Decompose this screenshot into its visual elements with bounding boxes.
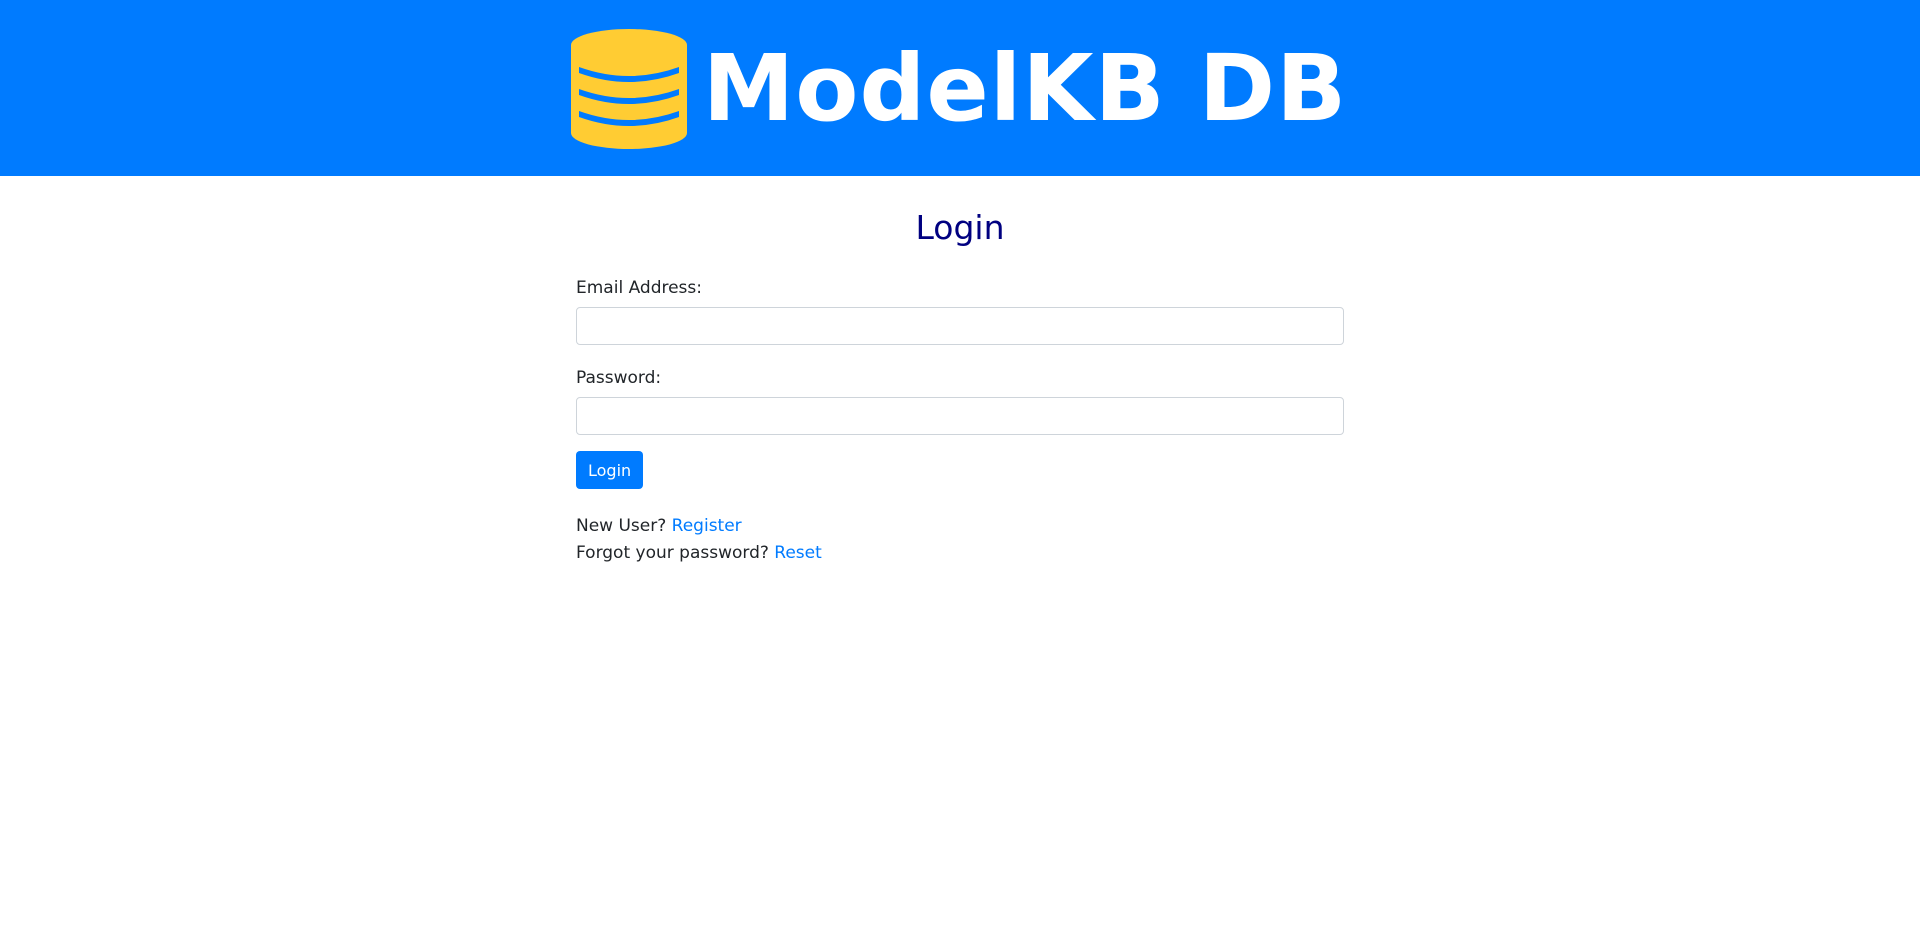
email-field[interactable] — [576, 306, 1344, 345]
new-user-row: New User? Register — [576, 513, 1344, 540]
login-container: Login Email Address: Password: Login New… — [576, 176, 1344, 567]
password-field[interactable] — [576, 397, 1344, 436]
brand-title: ModelKB DB — [702, 35, 1348, 142]
reset-link[interactable]: Reset — [774, 543, 822, 563]
forgot-password-text: Forgot your password? — [576, 543, 769, 564]
login-form: Email Address: Password: Login — [576, 278, 1344, 490]
email-label: Email Address: — [576, 277, 702, 298]
database-icon — [570, 29, 687, 149]
new-user-text: New User? — [576, 516, 667, 537]
login-button[interactable]: Login — [576, 451, 644, 490]
forgot-password-row: Forgot your password? Reset — [576, 540, 1344, 567]
account-links: New User? Register Forgot your password?… — [576, 513, 1344, 567]
page-title: Login — [915, 208, 1005, 247]
password-label: Password: — [576, 367, 662, 388]
register-link[interactable]: Register — [672, 516, 742, 536]
brand[interactable]: ModelKB DB — [569, 25, 1347, 151]
site-header: ModelKB DB — [0, 0, 1920, 176]
